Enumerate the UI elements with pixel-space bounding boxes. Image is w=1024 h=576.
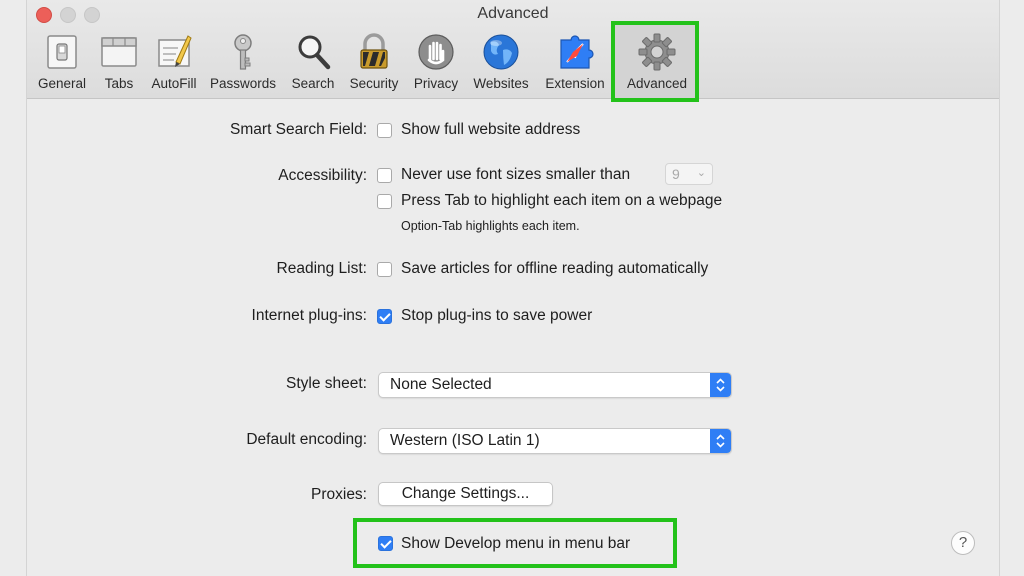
min-font-size-select[interactable]: 9 ⌄ <box>665 163 713 185</box>
show-develop-text[interactable]: Show Develop menu in menu bar <box>401 535 630 553</box>
tab-search[interactable]: Search <box>289 30 337 92</box>
tab-label-autofill: AutoFill <box>151 76 197 91</box>
plugins-label: Internet plug-ins: <box>251 307 367 324</box>
tab-security[interactable]: Security <box>347 30 401 92</box>
show-full-address-checkbox[interactable] <box>377 123 392 138</box>
window-title: Advanced <box>477 5 549 22</box>
min-font-size-text[interactable]: Never use font sizes smaller than <box>401 166 630 184</box>
tab-highlight-text[interactable]: Press Tab to highlight each item on a we… <box>401 192 722 210</box>
encoding-value: Western (ISO Latin 1) <box>390 432 540 449</box>
tab-privacy[interactable]: Privacy <box>413 30 459 92</box>
option-tab-note: Option-Tab highlights each item. <box>401 219 580 233</box>
preferences-window: Advanced General Tabs AutoFill Passwords… <box>26 0 1000 576</box>
tab-label-privacy: Privacy <box>413 76 459 91</box>
offline-reading-text[interactable]: Save articles for offline reading automa… <box>401 260 708 278</box>
min-font-size-value: 9 <box>672 166 680 182</box>
encoding-select[interactable]: Western (ISO Latin 1) <box>378 428 732 454</box>
style-sheet-value: None Selected <box>390 376 492 393</box>
tab-label-websites: Websites <box>473 76 529 91</box>
style-sheet-label: Style sheet: <box>286 375 367 392</box>
min-font-size-checkbox[interactable] <box>377 168 392 183</box>
padlock-icon <box>360 33 388 69</box>
smart-search-label: Smart Search Field: <box>230 121 367 138</box>
tab-label-passwords: Passwords <box>209 76 277 91</box>
select-stepper-icon <box>710 373 731 397</box>
select-stepper-icon <box>710 429 731 453</box>
change-settings-button[interactable]: Change Settings... <box>378 482 553 506</box>
tab-passwords[interactable]: Passwords <box>210 30 276 92</box>
tab-highlight-checkbox[interactable] <box>377 194 392 209</box>
tab-websites[interactable]: Websites <box>473 30 529 92</box>
autofill-icon <box>158 35 192 67</box>
puzzle-icon <box>560 35 594 69</box>
tab-autofill[interactable]: AutoFill <box>151 30 197 92</box>
show-full-address-text[interactable]: Show full website address <box>401 121 580 139</box>
reading-list-label: Reading List: <box>276 260 367 277</box>
style-sheet-select[interactable]: None Selected <box>378 372 732 398</box>
encoding-label: Default encoding: <box>246 431 367 448</box>
offline-reading-checkbox[interactable] <box>377 262 392 277</box>
tab-extensions[interactable]: Extension <box>545 30 605 92</box>
magnifier-icon <box>298 35 331 70</box>
stop-plugins-checkbox[interactable] <box>377 309 392 324</box>
hand-icon <box>418 34 454 70</box>
show-develop-checkbox[interactable] <box>378 536 393 551</box>
tabs-icon <box>101 37 137 67</box>
titlebar: Advanced General Tabs AutoFill Passwords… <box>27 0 999 102</box>
help-button[interactable]: ? <box>951 531 975 555</box>
tab-advanced[interactable]: Advanced <box>627 30 687 92</box>
accessibility-label: Accessibility: <box>278 167 367 184</box>
stop-plugins-text[interactable]: Stop plug-ins to save power <box>401 307 592 325</box>
globe-icon <box>483 34 519 70</box>
chevron-down-icon: ⌄ <box>696 167 706 179</box>
tab-general[interactable]: General <box>37 30 87 92</box>
proxies-label: Proxies: <box>311 486 367 503</box>
key-icon <box>234 34 252 70</box>
general-icon <box>47 35 77 69</box>
tab-label-extensions: Extension <box>545 76 605 91</box>
tab-tabs[interactable]: Tabs <box>97 30 141 92</box>
gear-icon <box>638 33 676 71</box>
tab-label-advanced: Advanced <box>626 76 688 91</box>
tab-label-security: Security <box>349 76 399 91</box>
